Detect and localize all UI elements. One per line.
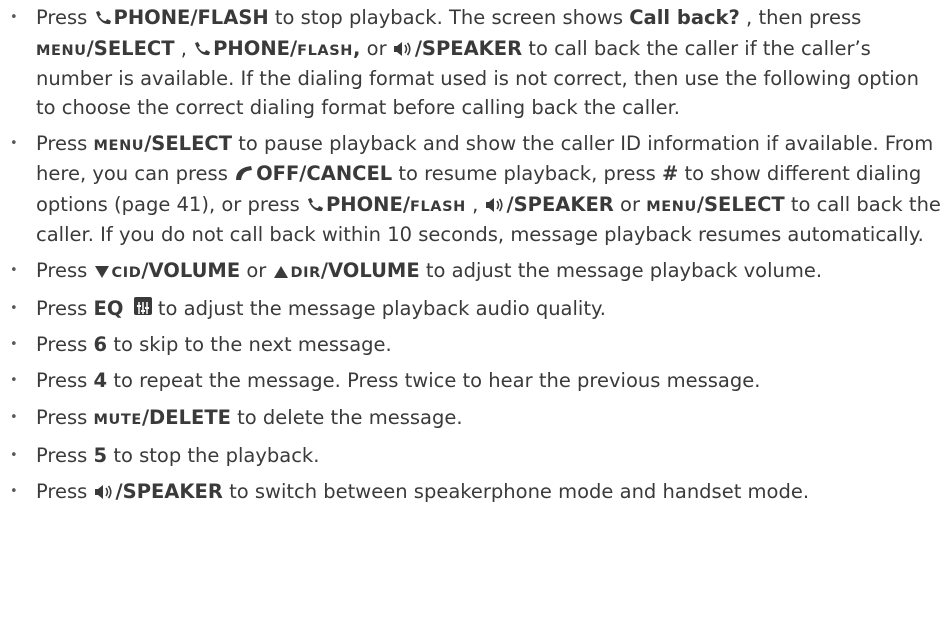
list-item: • Press MUTE/DELETE to delete the messag…	[0, 404, 950, 435]
key-label-smallcaps: MUTE	[93, 411, 142, 428]
bullet-dot: •	[10, 135, 18, 151]
punctuation: ,	[353, 36, 361, 60]
text: Press	[36, 131, 94, 155]
list-item: • Press 5 to stop the playback.	[0, 442, 950, 471]
down-triangle-icon	[94, 259, 110, 288]
off-cancel-icon	[234, 162, 254, 191]
phone-icon	[193, 37, 211, 66]
text: Press	[36, 6, 94, 29]
list-item: • Press EQ to adjust the message playbac…	[0, 295, 950, 324]
speaker-icon	[485, 193, 505, 222]
key-label-smallcaps: DIR	[290, 265, 321, 282]
key-label-smallcaps: MENU	[93, 137, 145, 154]
text: Press	[36, 479, 94, 503]
key-label: 4	[93, 369, 108, 393]
eq-icon	[133, 297, 152, 316]
key-label: /SPEAKER	[506, 192, 614, 216]
text: Press	[36, 259, 94, 283]
text: to adjust the message playback audio qua…	[157, 297, 606, 321]
key-label: 5	[93, 443, 108, 467]
bullet-dot: •	[10, 409, 18, 425]
phone-icon	[94, 6, 112, 35]
manual-page: • Press PHONE/FLASH to stop playback. Th…	[0, 0, 950, 625]
key-label: PHONE/FLASH	[113, 6, 269, 29]
key-label: 6	[93, 333, 108, 357]
list-item: • Press 6 to skip to the next message.	[0, 331, 950, 360]
key-label: PHONE/	[213, 36, 298, 60]
text: ,	[180, 36, 194, 60]
text: to stop the playback.	[113, 443, 320, 467]
bullet-dot: •	[10, 337, 18, 353]
key-label: /SPEAKER	[115, 479, 223, 503]
bullet-dot: •	[10, 447, 18, 463]
bullet-dot: •	[10, 301, 18, 317]
list-item: • Press 4 to repeat the message. Press t…	[0, 367, 950, 396]
key-label: /VOLUME	[141, 259, 241, 283]
key-label: EQ	[93, 297, 124, 321]
key-label-smallcaps: MENU	[36, 42, 87, 59]
speaker-icon	[393, 37, 413, 66]
screen-text: Call back?	[629, 6, 740, 29]
key-label: PHONE/	[325, 192, 410, 216]
key-label-smallcaps: FLASH	[409, 198, 466, 215]
bullet-dot: •	[10, 373, 18, 389]
text: to repeat the message. Press twice to he…	[113, 369, 761, 393]
text: or	[246, 259, 273, 283]
key-label: /SELECT	[144, 131, 233, 155]
speaker-icon	[94, 480, 114, 509]
text: Press	[36, 405, 94, 429]
key-label-smallcaps: MENU	[646, 198, 697, 215]
key-label: /SELECT	[696, 192, 785, 216]
list-item: • Press MENU/SELECT to pause playback an…	[0, 130, 950, 250]
text: Press	[36, 369, 94, 393]
key-label-smallcaps: CID	[111, 265, 142, 282]
text: or	[366, 36, 393, 60]
text: to skip to the next message.	[113, 333, 392, 357]
key-label: /DELETE	[141, 405, 231, 429]
text: to adjust the message playback volume.	[425, 259, 823, 283]
up-triangle-icon	[273, 259, 289, 288]
instruction-list: • Press PHONE/FLASH to stop playback. Th…	[0, 4, 950, 516]
text: ,	[472, 192, 485, 216]
key-label-smallcaps: FLASH	[297, 42, 354, 59]
text: to delete the message.	[237, 405, 463, 429]
text: to resume playback, press	[398, 162, 662, 186]
key-label: #	[661, 162, 679, 186]
text: or	[620, 192, 647, 216]
text: to switch between speakerphone mode and …	[229, 479, 810, 503]
list-item: • Press CID/VOLUME or DIR/VOLUME to adju…	[0, 257, 950, 288]
key-label: OFF/CANCEL	[256, 162, 393, 186]
key-label: /VOLUME	[320, 259, 420, 283]
key-label: /SELECT	[86, 36, 175, 60]
phone-icon	[306, 193, 324, 222]
bullet-dot: •	[10, 483, 18, 499]
bullet-dot: •	[10, 263, 18, 279]
bullet-dot: •	[10, 10, 18, 25]
list-item: • Press /SPEAKER to switch between speak…	[0, 478, 950, 509]
text: , then press	[746, 6, 862, 29]
text: Press	[36, 333, 94, 357]
key-label: /SPEAKER	[414, 36, 523, 60]
text: to stop playback. The screen shows	[274, 6, 630, 29]
text: Press	[36, 443, 94, 467]
text: Press	[36, 297, 94, 321]
list-item: • Press PHONE/FLASH to stop playback. Th…	[0, 4, 950, 122]
